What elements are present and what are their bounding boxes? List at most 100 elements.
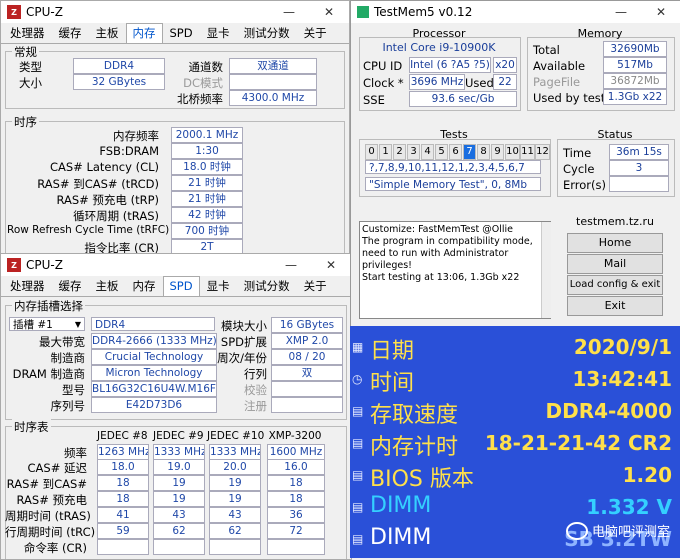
tab-memory[interactable]: 内存 xyxy=(125,23,163,43)
tab-graphics[interactable]: 显卡 xyxy=(200,276,237,296)
cpuz-tab-bar: 处理器 缓存 主板 内存 SPD 显卡 测试分数 关于 xyxy=(1,23,349,44)
part-value: BL16G32C16U4W.M16FE1 xyxy=(91,381,217,397)
test-number[interactable]: 6 xyxy=(449,144,462,160)
bios-row-date: ▦ 日期 2020/9/1 xyxy=(350,332,680,364)
test-number[interactable]: 12 xyxy=(535,144,550,160)
timing-cell: 20.0 xyxy=(209,459,261,475)
clock-icon: ◷ xyxy=(352,372,363,386)
log-line: The program in compatibility mode, xyxy=(362,236,533,247)
timing-col-header: JEDEC #10 xyxy=(207,430,265,442)
test-number[interactable]: 0 xyxy=(365,144,378,160)
tab-mainboard[interactable]: 主板 xyxy=(89,276,126,296)
test-number[interactable]: 3 xyxy=(407,144,420,160)
test-number[interactable]: 4 xyxy=(421,144,434,160)
test-number[interactable]: 10 xyxy=(505,144,520,160)
bios-info-panel: ▦ 日期 2020/9/1 ◷ 时间 13:42:41 ▤ 存取速度 DDR4-… xyxy=(350,326,680,558)
test-number[interactable]: 5 xyxy=(435,144,448,160)
module-size-label: 模块大小 xyxy=(221,319,267,333)
timing-row-label: RAS# 到CAS# xyxy=(6,477,87,491)
channels-value: 双通道 xyxy=(229,58,317,74)
tab-cpu[interactable]: 处理器 xyxy=(3,23,52,43)
test-number[interactable]: 2 xyxy=(393,144,406,160)
timing-cell: 19 xyxy=(209,491,261,507)
timing-cell: 18 xyxy=(97,475,149,491)
bios-label: DIMM xyxy=(370,525,432,550)
timing-cell: 72 xyxy=(267,523,325,539)
tab-memory[interactable]: 内存 xyxy=(126,276,163,296)
test-config: "Simple Memory Test", 0, 8Mb xyxy=(365,177,541,191)
tab-cache[interactable]: 缓存 xyxy=(52,23,89,43)
minimize-icon[interactable]: — xyxy=(271,254,311,276)
timing-value: 1:30 xyxy=(171,143,243,159)
tab-bench[interactable]: 测试分数 xyxy=(237,23,297,43)
timing-cell: 62 xyxy=(153,523,205,539)
test-number[interactable]: 11 xyxy=(520,144,535,160)
tab-spd[interactable]: SPD xyxy=(163,23,200,43)
timing-cell: 16.0 xyxy=(267,459,325,475)
type-value: DDR4 xyxy=(73,58,165,74)
timing-cell: 18 xyxy=(267,491,325,507)
timing-cell xyxy=(209,539,261,555)
bios-label: BIOS 版本 xyxy=(370,467,474,492)
tab-mainboard[interactable]: 主板 xyxy=(89,23,126,43)
close-icon[interactable]: ✕ xyxy=(641,1,680,23)
timing-cell: 43 xyxy=(209,507,261,523)
module-size-value: 16 GBytes xyxy=(271,317,343,333)
test-number-active[interactable]: 7 xyxy=(463,144,476,160)
time-label: Time xyxy=(563,146,592,160)
timing-row-label: 命令率 (CR) xyxy=(23,541,87,555)
cpuid-value: Intel (6 ?A5 ?5) xyxy=(409,57,491,73)
processor-title: Processor xyxy=(412,27,466,40)
tab-about[interactable]: 关于 xyxy=(297,276,334,296)
tab-graphics[interactable]: 显卡 xyxy=(200,23,237,43)
timing-label: 内存频率 xyxy=(113,129,159,143)
minimize-icon[interactable]: — xyxy=(269,1,309,23)
close-icon[interactable]: ✕ xyxy=(311,254,351,276)
cpuz-titlebar[interactable]: Z CPU-Z — ✕ xyxy=(1,1,349,23)
slot-select[interactable]: 插槽 #1 ▼ xyxy=(9,317,85,331)
bios-value: 1.332 V xyxy=(586,495,672,519)
tab-cpu[interactable]: 处理器 xyxy=(3,276,52,296)
mail-button[interactable]: Mail xyxy=(567,254,663,274)
test-number[interactable]: 8 xyxy=(477,144,490,160)
total-value: 32690Mb xyxy=(603,41,667,57)
timing-col-header: XMP-3200 xyxy=(268,430,322,442)
mem-type-value: DDR4 xyxy=(91,317,215,331)
nbfreq-value: 4300.0 MHz xyxy=(229,90,317,106)
test-number[interactable]: 9 xyxy=(491,144,504,160)
test-number[interactable]: 1 xyxy=(379,144,392,160)
tab-cache[interactable]: 缓存 xyxy=(52,276,89,296)
tab-bench[interactable]: 测试分数 xyxy=(237,276,297,296)
close-icon[interactable]: ✕ xyxy=(309,1,349,23)
testmem-window: TestMem5 v0.12 — ✕ Processor Intel Core i… xyxy=(350,0,680,328)
window-title: CPU-Z xyxy=(26,258,63,272)
status-title: Status xyxy=(597,128,633,141)
watermark: 电脑吧评测室 xyxy=(565,521,670,540)
timing-cell: 1333 MHz xyxy=(153,444,205,460)
bios-value: 1.20 xyxy=(622,463,672,487)
check-value xyxy=(271,381,343,397)
tab-about[interactable]: 关于 xyxy=(297,23,334,43)
home-button[interactable]: Home xyxy=(567,233,663,253)
testmem-titlebar[interactable]: TestMem5 v0.12 — ✕ xyxy=(351,1,680,23)
timing-label: FSB:DRAM xyxy=(99,144,159,158)
slot-select-value: 插槽 #1 xyxy=(13,319,53,331)
timing-cell: 18 xyxy=(267,475,325,491)
timing-cell xyxy=(153,539,205,555)
size-label: 大小 xyxy=(19,76,42,90)
timing-cell: 19 xyxy=(153,491,205,507)
exit-button[interactable]: Exit xyxy=(567,296,663,316)
general-group-title: 常规 xyxy=(12,44,39,60)
used-by-test-label: Used by test xyxy=(533,91,606,105)
tab-spd[interactable]: SPD xyxy=(162,276,200,296)
cpuz-tab-bar: 处理器 缓存 主板 内存 SPD 显卡 测试分数 关于 xyxy=(1,276,351,297)
load-config-exit-button[interactable]: Load config & exit xyxy=(567,275,663,295)
log-scrollbar[interactable] xyxy=(541,222,551,318)
minimize-icon[interactable]: — xyxy=(601,1,641,23)
timing-label: 循环周期 (tRAS) xyxy=(73,209,159,223)
used-by-test-value: 1.3Gb x22 xyxy=(603,89,667,105)
slot-group-title: 内存插槽选择 xyxy=(12,298,85,314)
timing-cell: 18 xyxy=(97,491,149,507)
max-bw-label: 最大带宽 xyxy=(39,335,85,349)
cpuz-titlebar[interactable]: Z CPU-Z — ✕ xyxy=(1,254,351,276)
